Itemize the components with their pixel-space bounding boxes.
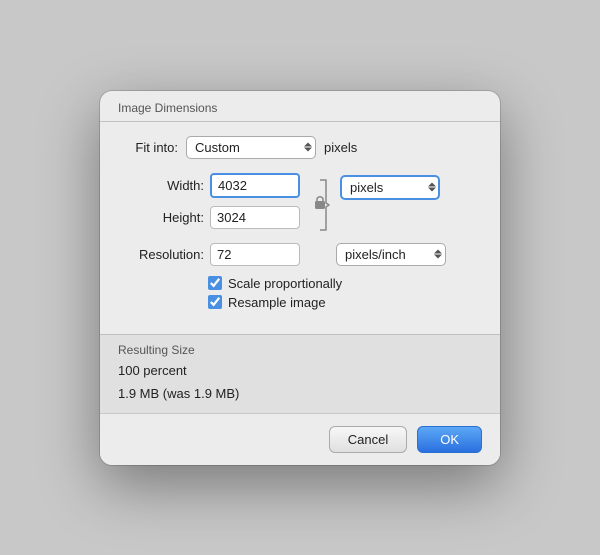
result-size: 1.9 MB (was 1.9 MB) — [118, 386, 482, 401]
height-label: Height: — [136, 210, 204, 225]
section-header: Image Dimensions — [100, 91, 500, 121]
fit-into-select[interactable]: Custom 800x600 1024x768 1280x960 1600x12… — [186, 136, 316, 159]
wh-fields-area: Width: Height: — [118, 173, 482, 235]
height-row: Height: — [136, 206, 300, 229]
resolution-input[interactable] — [210, 243, 300, 266]
link-bracket — [310, 175, 330, 235]
resulting-size-section: Resulting Size 100 percent 1.9 MB (was 1… — [100, 334, 500, 413]
link-bracket-svg — [310, 175, 330, 235]
fit-into-select-wrapper: Custom 800x600 1024x768 1280x960 1600x12… — [186, 136, 316, 159]
resolution-unit-select[interactable]: pixels/inch pixels/cm — [336, 243, 446, 266]
resolution-label: Resolution: — [136, 247, 204, 262]
resolution-row: Resolution: pixels/inch pixels/cm — [118, 243, 482, 266]
fit-into-unit-label: pixels — [324, 140, 357, 155]
resample-image-checkbox[interactable] — [208, 295, 222, 309]
unit-select-col: pixels inches cm mm percent — [340, 175, 440, 200]
scale-proportionally-checkbox[interactable] — [208, 276, 222, 290]
fit-into-label: Fit into: — [118, 140, 178, 155]
result-percent: 100 percent — [118, 363, 482, 378]
cancel-button[interactable]: Cancel — [329, 426, 407, 453]
height-input[interactable] — [210, 206, 300, 229]
resample-image-row: Resample image — [208, 295, 464, 310]
unit-select-wrapper: pixels inches cm mm percent — [340, 175, 440, 200]
wh-fields: Width: Height: — [136, 173, 300, 229]
image-dimensions-dialog: Image Dimensions Fit into: Custom 800x60… — [100, 91, 500, 465]
scale-proportionally-row: Scale proportionally — [208, 276, 464, 291]
width-row: Width: — [136, 173, 300, 198]
dialog-title: Image Dimensions — [118, 101, 217, 115]
width-label: Width: — [136, 178, 204, 193]
scale-proportionally-label: Scale proportionally — [228, 276, 342, 291]
unit-select[interactable]: pixels inches cm mm percent — [340, 175, 440, 200]
checkboxes-area: Scale proportionally Resample image — [118, 276, 482, 324]
width-input[interactable] — [210, 173, 300, 198]
top-section: Fit into: Custom 800x600 1024x768 1280x9… — [100, 122, 500, 334]
bottom-buttons: Cancel OK — [100, 413, 500, 465]
resulting-size-header: Resulting Size — [118, 343, 482, 357]
ok-button[interactable]: OK — [417, 426, 482, 453]
resample-image-label: Resample image — [228, 295, 326, 310]
res-unit-wrapper: pixels/inch pixels/cm — [336, 243, 446, 266]
fit-into-row: Fit into: Custom 800x600 1024x768 1280x9… — [118, 136, 482, 159]
